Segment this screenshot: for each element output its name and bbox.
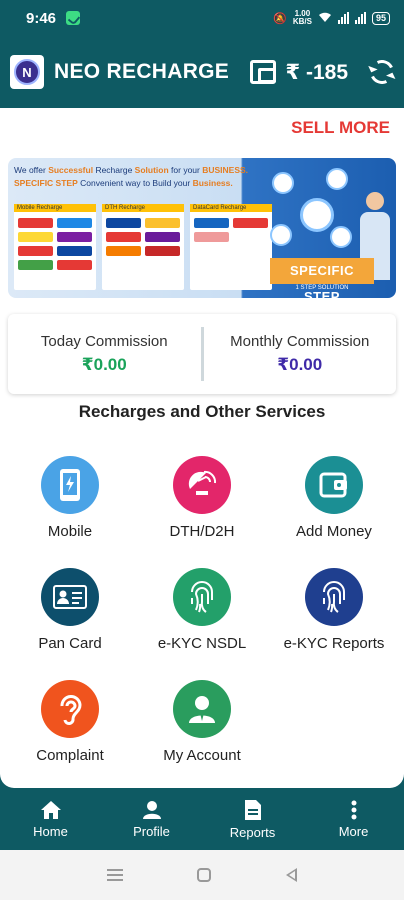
refresh-icon[interactable] — [366, 56, 398, 88]
sell-more-link[interactable]: SELL MORE — [291, 118, 390, 138]
services-title: Recharges and Other Services — [78, 402, 326, 421]
service-label: Complaint — [36, 747, 104, 764]
service-label: e-KYC NSDL — [157, 635, 247, 652]
banner-panel-mobile: Mobile Recharge — [14, 204, 96, 290]
battery-icon: 95 — [371, 11, 390, 25]
nav-label: Reports — [229, 824, 276, 840]
recent-apps-icon[interactable] — [107, 869, 124, 881]
app-title: NEO RECHARGE — [54, 60, 230, 83]
commission-card: Today Commission ₹0.00 Monthly Commissio… — [8, 314, 396, 394]
nav-profile[interactable]: Profile — [101, 788, 202, 850]
wallet-balance[interactable]: ₹ -185 — [286, 60, 348, 85]
nav-label: Home — [33, 823, 68, 839]
service-dth[interactable]: DTH/D2H — [137, 456, 267, 540]
service-label: DTH/D2H — [169, 523, 235, 540]
service-pan-card[interactable]: Pan Card — [5, 568, 135, 652]
system-nav-bar — [0, 850, 404, 900]
promo-banner[interactable]: We offer Successful Recharge Solution fo… — [8, 158, 396, 298]
monthly-commission-value: ₹0.00 — [277, 355, 323, 374]
service-ekyc-nsdl[interactable]: e-KYC NSDL — [137, 568, 267, 652]
signal-icon-2 — [354, 12, 366, 24]
banner-panel-datacard: DataCard Recharge — [190, 204, 272, 290]
service-my-account[interactable]: My Account — [137, 680, 267, 764]
bottom-nav: Home Profile Reports More — [0, 788, 404, 850]
service-ekyc-reports[interactable]: e-KYC Reports — [269, 568, 399, 652]
status-icons: 🔕 1.00 KB/S 95 — [273, 10, 390, 26]
nav-reports[interactable]: Reports — [202, 788, 303, 850]
document-icon — [244, 799, 261, 820]
service-complaint[interactable]: Complaint — [5, 680, 135, 764]
id-card-icon — [41, 568, 99, 626]
banner-specific-step: SPECIFIC STEP — [270, 258, 374, 298]
banner-panel-dth: DTH Recharge — [102, 204, 184, 290]
network-speed: 1.00 KB/S — [292, 9, 312, 26]
satellite-dish-icon — [173, 456, 231, 514]
monthly-commission: Monthly Commission ₹0.00 — [204, 333, 397, 375]
wifi-icon — [318, 11, 332, 26]
nav-home[interactable]: Home — [0, 788, 101, 850]
banner-text: We offer Successful Recharge Solution fo… — [14, 165, 249, 188]
banner-tagline: 1 STEP SOLUTION — [295, 285, 349, 291]
nav-label: Profile — [133, 823, 170, 839]
today-commission-label: Today Commission — [40, 333, 168, 350]
back-icon[interactable] — [285, 868, 297, 882]
main-content: SELL MORE We offer Successful Recharge S… — [0, 108, 404, 788]
today-commission: Today Commission ₹0.00 — [8, 333, 201, 375]
service-label: Add Money — [296, 523, 372, 540]
nav-label: More — [338, 823, 369, 839]
service-label: Pan Card — [38, 635, 102, 652]
fingerprint-icon — [173, 568, 231, 626]
ear-icon — [41, 680, 99, 738]
home-icon — [40, 800, 61, 819]
wallet-icon — [305, 456, 363, 514]
call-icon — [66, 11, 81, 25]
mobile-icon — [41, 456, 99, 514]
more-vert-icon — [351, 800, 356, 819]
monthly-commission-label: Monthly Commission — [230, 333, 370, 350]
service-label: My Account — [163, 747, 241, 764]
status-bar: 9:46 🔕 1.00 KB/S 95 — [0, 0, 404, 36]
home-button-icon[interactable] — [197, 868, 212, 882]
service-label: e-KYC Reports — [283, 635, 385, 652]
service-mobile[interactable]: Mobile — [5, 456, 135, 540]
user-icon — [173, 680, 231, 738]
wallet-icon[interactable] — [249, 60, 276, 84]
banner-illustration — [270, 168, 390, 280]
today-commission-value: ₹0.00 — [81, 355, 127, 374]
nav-more[interactable]: More — [303, 788, 404, 850]
mute-icon: 🔕 — [273, 12, 287, 25]
signal-icon — [337, 12, 349, 24]
app-bar: N NEO RECHARGE ₹ -185 — [0, 36, 404, 108]
app-logo: N — [10, 55, 44, 89]
service-add-money[interactable]: Add Money — [269, 456, 399, 540]
service-label: Mobile — [47, 523, 93, 540]
person-icon — [142, 800, 161, 819]
status-time: 9:46 — [26, 9, 57, 27]
fingerprint-icon — [305, 568, 363, 626]
